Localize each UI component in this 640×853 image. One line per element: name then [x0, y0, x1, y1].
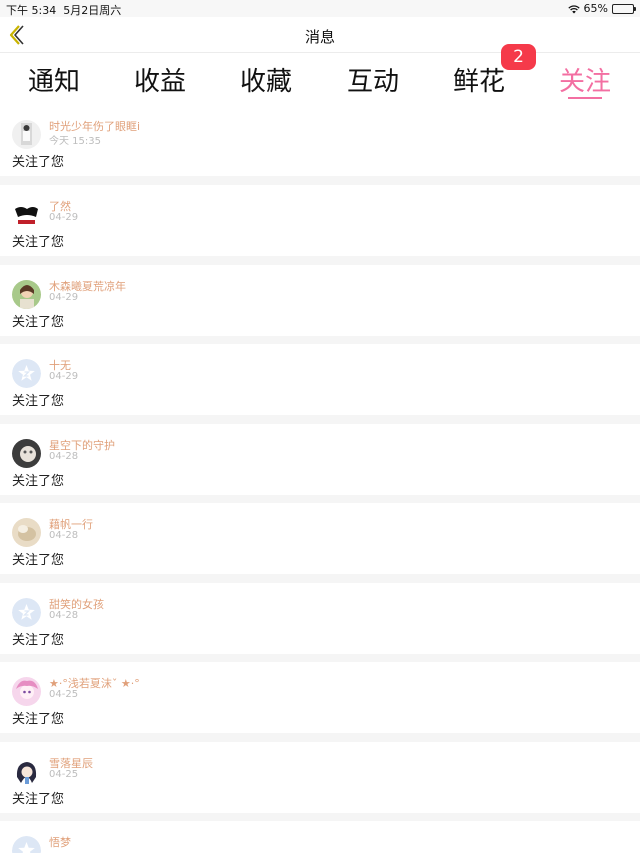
list-item[interactable]: 了然 04-29 关注了您	[0, 185, 640, 256]
list-item[interactable]: 星空下的守护 04-28 关注了您	[0, 424, 640, 495]
timestamp: 04-29	[49, 292, 79, 303]
tab-interaction[interactable]: 互动	[333, 61, 413, 98]
username[interactable]: 悟梦	[49, 834, 71, 850]
logo-avatar-icon	[12, 200, 41, 229]
avatar[interactable]	[12, 359, 41, 388]
follow-list: 时光少年伤了眼眶i 今天 15:35 关注了您 了然 04-29 关注了您 木森…	[0, 105, 640, 853]
avatar[interactable]	[12, 280, 41, 309]
flowers-badge: 2	[501, 44, 536, 70]
action-text: 关注了您	[12, 155, 65, 170]
status-right-group: 65%	[567, 2, 636, 15]
tab-following[interactable]: 关注	[545, 61, 625, 98]
action-text: 关注了您	[12, 553, 65, 568]
photo-avatar-icon	[12, 757, 41, 786]
timestamp: 04-28	[49, 451, 79, 462]
timestamp: 04-29	[49, 371, 79, 382]
action-text: 关注了您	[12, 394, 65, 409]
timestamp: 04-25	[49, 689, 79, 700]
battery-icon	[612, 3, 636, 14]
list-item[interactable]: 藉帆一行 04-28 关注了您	[0, 503, 640, 574]
nav-bar: 消息	[0, 17, 640, 53]
avatar[interactable]	[12, 677, 41, 706]
timestamp: 04-28	[49, 530, 79, 541]
timestamp: 04-29	[49, 212, 79, 223]
photo-avatar-icon	[12, 439, 41, 468]
list-item[interactable]: 雪落星辰 04-25 关注了您	[0, 742, 640, 813]
list-item[interactable]: 木森曦夏荒凉年 04-29 关注了您	[0, 265, 640, 336]
status-time-text: 下午 5:34	[6, 4, 57, 17]
action-text: 关注了您	[12, 792, 65, 807]
action-text: 关注了您	[12, 633, 65, 648]
default-star-avatar-icon	[12, 598, 41, 627]
default-star-avatar-icon	[12, 836, 41, 853]
action-text: 关注了您	[12, 712, 65, 727]
list-item[interactable]: 甜笑的女孩 04-28 关注了您	[0, 583, 640, 654]
active-tab-indicator	[568, 97, 602, 99]
photo-avatar-icon	[12, 518, 41, 547]
tab-earnings[interactable]: 收益	[120, 61, 200, 98]
list-item[interactable]: 悟梦	[0, 821, 640, 853]
action-text: 关注了您	[12, 315, 65, 330]
photo-avatar-icon	[12, 677, 41, 706]
list-item[interactable]: 十无 04-29 关注了您	[0, 344, 640, 415]
page-title: 消息	[304, 28, 335, 46]
status-time: 下午 5:34 5月2日周六	[6, 2, 121, 18]
timestamp: 今天 15:35	[49, 136, 101, 147]
list-item[interactable]: 时光少年伤了眼眶i 今天 15:35 关注了您	[0, 105, 640, 176]
action-text: 关注了您	[12, 235, 65, 250]
avatar[interactable]	[12, 518, 41, 547]
action-text: 关注了您	[12, 474, 65, 489]
status-bar: 下午 5:34 5月2日周六 65%	[0, 0, 640, 17]
wifi-icon	[567, 4, 580, 13]
tab-favorites[interactable]: 收藏	[226, 61, 306, 98]
photo-avatar-icon	[12, 120, 41, 149]
timestamp: 04-28	[49, 610, 79, 621]
avatar[interactable]	[12, 200, 41, 229]
avatar[interactable]	[12, 439, 41, 468]
default-star-avatar-icon	[12, 359, 41, 388]
list-item[interactable]: ★·°浅若夏沫ˇ ★·° 04-25 关注了您	[0, 662, 640, 733]
photo-avatar-icon	[12, 280, 41, 309]
battery-percent: 65%	[583, 2, 608, 15]
timestamp: 04-25	[49, 769, 79, 780]
avatar[interactable]	[12, 836, 41, 853]
avatar[interactable]	[12, 598, 41, 627]
avatar[interactable]	[12, 757, 41, 786]
status-date: 5月2日周六	[63, 4, 122, 17]
tab-notice[interactable]: 通知	[14, 61, 94, 98]
tab-bar: 通知 收益 收藏 互动 鲜花 关注	[0, 53, 640, 105]
avatar[interactable]	[12, 120, 41, 149]
